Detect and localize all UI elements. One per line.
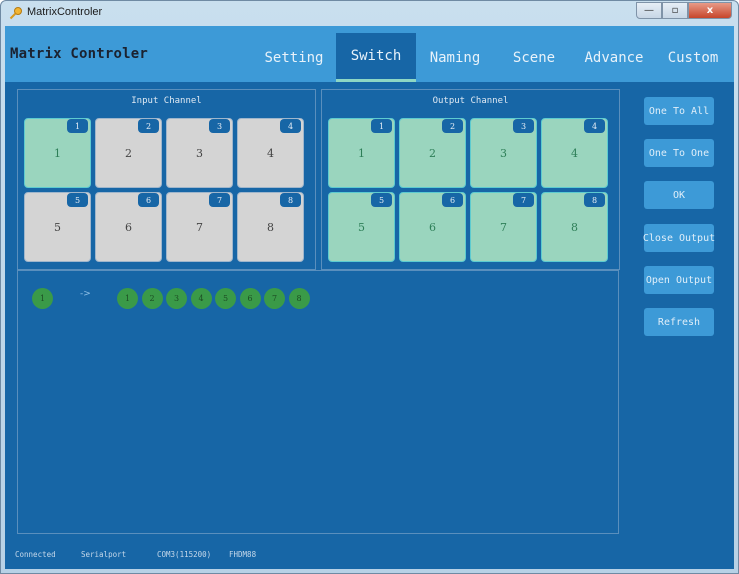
routing-display: 1 -> 12345678: [17, 270, 619, 534]
channel-number-badge: 7: [513, 193, 534, 207]
status-port-type: Serialport: [81, 550, 127, 559]
channel-label: 6: [125, 220, 132, 234]
input-channel-6[interactable]: 66: [95, 192, 162, 262]
window-title: MatrixControler: [27, 6, 103, 18]
channel-number-badge: 4: [280, 119, 301, 133]
close-icon: x: [706, 5, 714, 16]
tab-custom[interactable]: Custom: [657, 33, 729, 82]
channel-number-badge: 1: [371, 119, 392, 133]
route-target-dot: 5: [215, 288, 236, 309]
route-target-dot: 8: [288, 288, 310, 309]
route-target-dot: 1: [117, 288, 138, 309]
output-channel-1[interactable]: 11: [328, 118, 395, 188]
tab-naming[interactable]: Naming: [419, 33, 491, 82]
status-device: FHDM88: [229, 550, 257, 559]
channel-label: 3: [196, 146, 203, 160]
channel-number-badge: 7: [209, 193, 230, 207]
output-channel-6[interactable]: 66: [399, 192, 466, 262]
open-output-button[interactable]: Open Output: [644, 266, 714, 294]
output-channel-7[interactable]: 77: [470, 192, 537, 262]
ok-button[interactable]: OK: [644, 181, 714, 209]
tab-switch[interactable]: Switch: [336, 33, 416, 82]
maximize-icon: ▫: [671, 5, 679, 16]
output-channel-2[interactable]: 22: [399, 118, 466, 188]
channel-label: 2: [125, 146, 132, 160]
route-target-dot: 6: [239, 288, 261, 309]
channel-label: 4: [571, 146, 578, 160]
channel-number-badge: 3: [513, 119, 534, 133]
route-arrow-icon: ->: [80, 289, 91, 299]
route-target-dot: 3: [166, 288, 187, 309]
channel-label: 4: [267, 146, 274, 160]
close-button[interactable]: x: [688, 2, 732, 19]
channel-label: 1: [358, 146, 365, 160]
output-channel-5[interactable]: 55: [328, 192, 395, 262]
channel-number-badge: 2: [138, 119, 159, 133]
channel-number-badge: 2: [442, 119, 463, 133]
one-to-one-button[interactable]: One To One: [644, 139, 714, 167]
channel-number-badge: 8: [584, 193, 605, 207]
channel-number-badge: 4: [584, 119, 605, 133]
channel-label: 1: [54, 146, 61, 160]
route-target-dot: 4: [190, 288, 212, 309]
channel-label: 7: [196, 220, 203, 234]
app-title: Matrix Controler: [10, 46, 149, 62]
header-bar: Matrix Controler Setting Switch Naming S…: [5, 26, 734, 82]
route-target-dot: 7: [264, 288, 285, 309]
input-channel-7[interactable]: 77: [166, 192, 233, 262]
status-port: COM3(115200): [157, 550, 212, 559]
output-channel-panel: Output Channel 1122334455667788: [321, 89, 620, 270]
channel-number-badge: 1: [67, 119, 88, 133]
route-source-dot: 1: [32, 288, 53, 309]
channel-label: 8: [571, 220, 578, 234]
tab-setting[interactable]: Setting: [257, 33, 331, 82]
minimize-icon: —: [644, 5, 654, 16]
input-channel-4[interactable]: 44: [237, 118, 304, 188]
input-channel-3[interactable]: 33: [166, 118, 233, 188]
input-panel-title: Input Channel: [131, 96, 202, 106]
channel-number-badge: 6: [442, 193, 463, 207]
channel-number-badge: 5: [371, 193, 392, 207]
minimize-button[interactable]: —: [636, 2, 662, 19]
input-channel-5[interactable]: 55: [24, 192, 91, 262]
status-connection: Connected: [15, 550, 56, 559]
channel-label: 5: [358, 220, 365, 234]
output-channel-4[interactable]: 44: [541, 118, 608, 188]
close-output-button[interactable]: Close Output: [643, 224, 715, 252]
output-panel-title: Output Channel: [432, 96, 509, 106]
maximize-button[interactable]: ▫: [662, 2, 688, 19]
key-icon: [9, 7, 22, 20]
input-channel-1[interactable]: 11: [24, 118, 91, 188]
channel-number-badge: 8: [280, 193, 301, 207]
title-bar[interactable]: MatrixControler — ▫ x: [1, 1, 738, 25]
channel-label: 3: [500, 146, 507, 160]
tab-advance[interactable]: Advance: [575, 33, 653, 82]
channel-number-badge: 6: [138, 193, 159, 207]
app-window: MatrixControler — ▫ x Matrix Controler S…: [0, 0, 739, 574]
input-channel-8[interactable]: 88: [237, 192, 304, 262]
channel-label: 2: [429, 146, 436, 160]
client-area: Matrix Controler Setting Switch Naming S…: [5, 26, 734, 569]
input-channel-2[interactable]: 22: [95, 118, 162, 188]
one-to-all-button[interactable]: One To All: [644, 97, 714, 125]
refresh-button[interactable]: Refresh: [644, 308, 714, 336]
channel-number-badge: 5: [67, 193, 88, 207]
channel-number-badge: 3: [209, 119, 230, 133]
channel-label: 5: [54, 220, 61, 234]
output-channel-8[interactable]: 88: [541, 192, 608, 262]
output-channel-3[interactable]: 33: [470, 118, 537, 188]
input-channel-panel: Input Channel 1122334455667788: [17, 89, 316, 270]
channel-label: 7: [500, 220, 507, 234]
channel-label: 8: [267, 220, 274, 234]
tab-scene[interactable]: Scene: [499, 33, 569, 82]
route-target-dot: 2: [141, 288, 163, 309]
channel-label: 6: [429, 220, 436, 234]
